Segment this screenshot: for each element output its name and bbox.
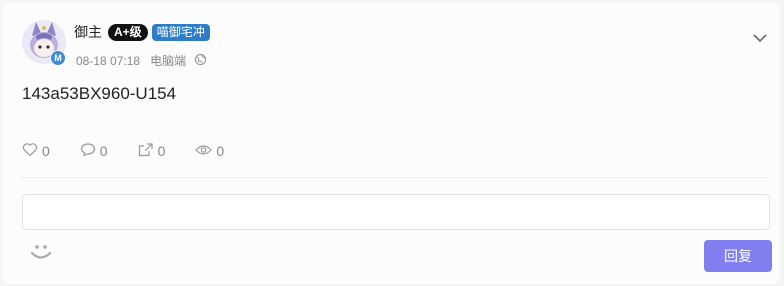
avatar[interactable]: M xyxy=(22,20,66,66)
like-button[interactable]: 0 xyxy=(22,142,50,160)
verified-badge: M xyxy=(50,50,66,66)
comment-button[interactable]: 0 xyxy=(80,142,108,160)
heart-icon xyxy=(22,142,42,160)
globe-icon xyxy=(194,53,207,69)
like-count: 0 xyxy=(42,143,50,159)
comment-icon xyxy=(80,142,100,160)
divider xyxy=(20,177,768,178)
eye-icon xyxy=(195,143,216,159)
reply-input[interactable] xyxy=(22,194,770,230)
view-counter: 0 xyxy=(195,143,224,159)
post-device: 电脑端 xyxy=(150,54,187,68)
post-content: 143a53BX960-U154 xyxy=(22,84,177,103)
smiley-icon[interactable] xyxy=(28,238,54,269)
comment-count: 0 xyxy=(99,143,108,159)
title-badge: 喵御宅冲 xyxy=(151,23,210,41)
reply-button[interactable]: 回复 xyxy=(704,240,772,272)
share-icon xyxy=(138,142,158,160)
username[interactable]: 御主 xyxy=(74,22,102,42)
post-meta: 08-18 07:18 电脑端 xyxy=(76,52,207,69)
author-row: 御主 A+级 喵御宅冲 xyxy=(74,22,210,42)
post-date: 08-18 07:18 xyxy=(76,53,141,68)
post-card: M 御主 A+级 喵御宅冲 08-18 07:18 电脑端 143a53BX96… xyxy=(2,2,780,284)
chevron-down-icon[interactable] xyxy=(752,30,768,48)
level-badge: A+级 xyxy=(108,23,148,41)
share-button[interactable]: 0 xyxy=(138,142,166,160)
action-bar: 0 0 0 0 xyxy=(22,142,254,160)
share-count: 0 xyxy=(157,143,166,159)
view-count: 0 xyxy=(216,143,225,159)
